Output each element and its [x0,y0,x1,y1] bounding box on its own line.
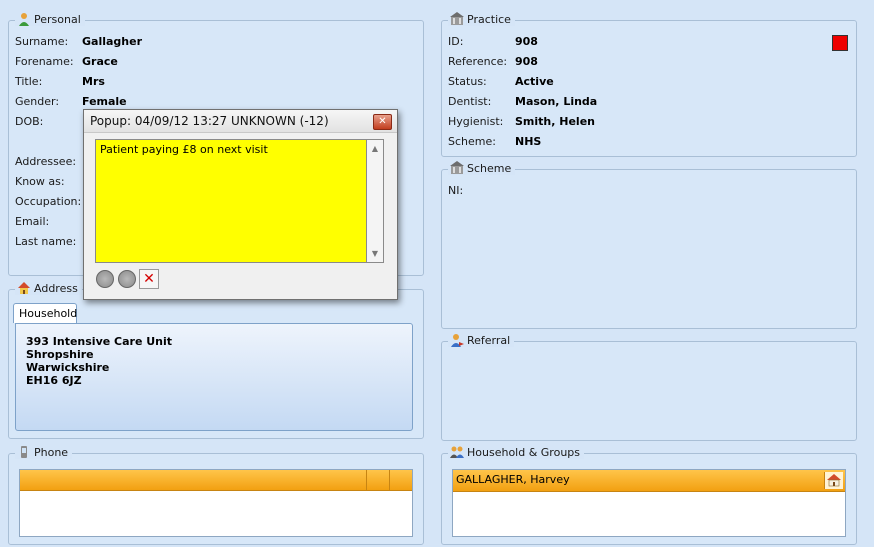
personal-field-label: Surname: [15,35,69,48]
practice-legend-text: Practice [467,12,511,26]
popup-button-2[interactable] [117,269,137,289]
phone-legend: Phone [15,445,73,459]
personal-field-row: Title: Mrs [15,74,395,90]
phone-group: Phone [8,445,424,545]
phone-grid-col-divider [389,470,390,490]
practice-field-value: NHS [515,135,542,148]
group-people-icon [450,445,464,459]
practice-field-row: Hygienist: Smith, Helen [448,114,828,130]
address-group: Address Household 393 Intensive Care Uni… [8,281,424,439]
practice-field-value: Smith, Helen [515,115,595,128]
household-home-icon[interactable] [824,472,843,489]
personal-legend-text: Personal [34,12,81,26]
popup-delete-button[interactable]: ✕ [139,269,159,289]
phone-grid-col-divider [366,470,367,490]
practice-field-label: Reference: [448,55,508,68]
address-line-2: Shropshire [26,348,94,361]
personal-field-label: Gender: [15,95,60,108]
tab-household[interactable]: Household [13,303,77,323]
scheme-field-label: NI: [448,184,464,197]
practice-field-value: Active [515,75,554,88]
household-group: Household & Groups GALLAGHER, Harvey [441,445,857,545]
popup-close-button[interactable]: ✕ [373,114,392,130]
household-member-name: GALLAGHER, Harvey [456,473,570,486]
phone-legend-text: Phone [34,445,69,459]
scheme-icon [450,161,464,175]
household-legend: Household & Groups [448,445,585,459]
referral-group: Referral [441,333,857,441]
personal-field-label: Title: [15,75,43,88]
personal-field-label: Addressee: [15,155,77,168]
personal-field-value: Grace [82,55,118,68]
practice-field-row: Dentist: Mason, Linda [448,94,828,110]
referral-legend: Referral [448,333,515,347]
practice-field-value: 908 [515,35,538,48]
address-line-4: EH16 6JZ [26,374,82,387]
practice-field-label: Status: [448,75,487,88]
phone-icon [17,445,31,459]
address-line-1: 393 Intensive Care Unit [26,335,173,348]
personal-field-value: Female [82,95,127,108]
popup-title[interactable]: Popup: 04/09/12 13:27 UNKNOWN (-12) [84,110,397,133]
referral-legend-text: Referral [467,333,511,347]
grey-circle-icon [118,270,136,288]
personal-field-label: Know as: [15,175,65,188]
scroll-down-icon[interactable]: ▼ [367,249,383,258]
scheme-field-row: NI: [448,183,828,199]
practice-field-label: ID: [448,35,464,48]
person-icon [17,12,31,26]
personal-field-value: Mrs [82,75,105,88]
practice-field-row: ID: 908 [448,34,828,50]
household-grid[interactable]: GALLAGHER, Harvey [452,469,846,537]
practice-field-label: Scheme: [448,135,496,148]
popup-window: Popup: 04/09/12 13:27 UNKNOWN (-12) ✕ Pa… [83,109,398,300]
practice-field-value: 908 [515,55,538,68]
personal-field-label: DOB: [15,115,44,128]
personal-field-value: Gallagher [82,35,143,48]
scheme-legend-text: Scheme [467,161,512,175]
personal-field-label: Occupation: [15,195,82,208]
phone-grid-header [20,470,412,491]
personal-legend: Personal [15,12,85,26]
personal-field-row: Surname: Gallagher [15,34,395,50]
popup-note-text[interactable]: Patient paying £8 on next visit [95,139,367,263]
popup-button-1[interactable] [95,269,115,289]
practice-building-icon [450,12,464,26]
household-member-row[interactable]: GALLAGHER, Harvey [453,470,845,492]
practice-legend: Practice [448,12,515,26]
address-tab-body: 393 Intensive Care Unit Shropshire Warwi… [15,323,413,431]
grey-circle-icon [96,270,114,288]
household-legend-text: Household & Groups [467,445,581,459]
address-legend: Address [15,281,82,295]
personal-field-row: Gender: Female [15,94,395,110]
practice-field-label: Dentist: [448,95,492,108]
practice-field-value: Mason, Linda [515,95,598,108]
popup-note-scrollbar[interactable]: ▲ ▼ [367,139,384,263]
phone-grid[interactable] [19,469,413,537]
practice-field-row: Reference: 908 [448,54,828,70]
practice-field-row: Status: Active [448,74,828,90]
red-x-icon: ✕ [143,271,155,287]
practice-field-row: Scheme: NHS [448,134,828,150]
personal-field-label: Email: [15,215,50,228]
personal-field-row: Forename: Grace [15,54,395,70]
address-legend-text: Address [34,281,78,295]
personal-field-label: Last name: [15,235,77,248]
status-color-indicator [832,35,848,51]
scroll-up-icon[interactable]: ▲ [367,144,383,153]
referral-person-icon [450,333,464,347]
personal-field-label: Forename: [15,55,74,68]
house-icon [17,281,31,295]
scheme-legend: Scheme [448,161,516,175]
address-line-3: Warwickshire [26,361,110,374]
practice-field-label: Hygienist: [448,115,504,128]
